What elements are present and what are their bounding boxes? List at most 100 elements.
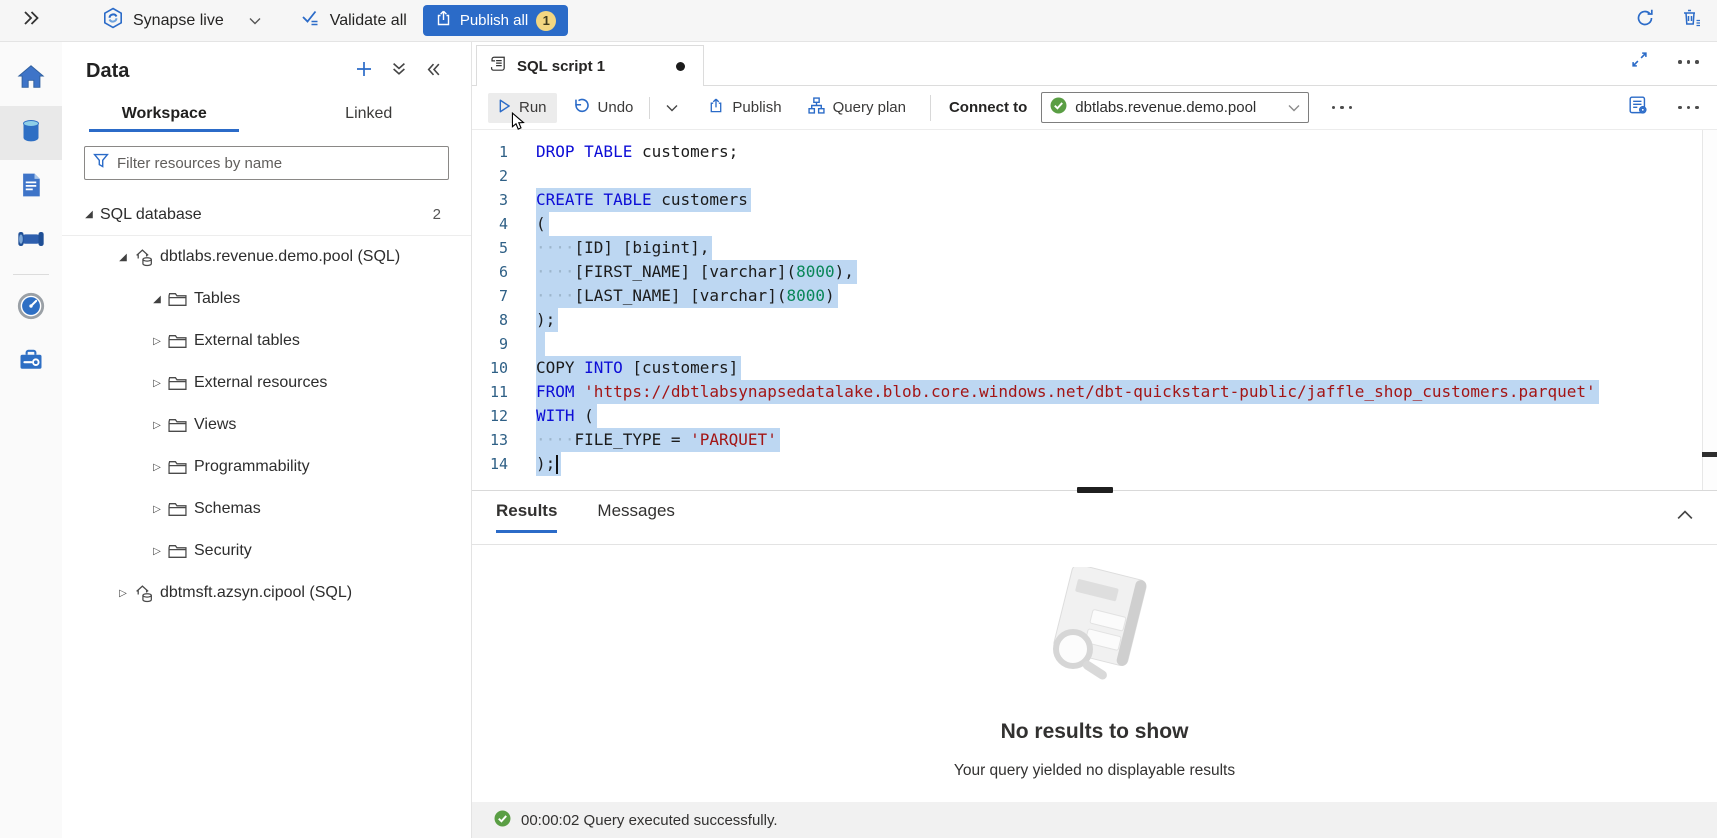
tree-item-label: Security (194, 542, 252, 560)
splitter-drag-handle[interactable] (1077, 487, 1113, 493)
publish-all-button[interactable]: Publish all 1 (423, 5, 568, 36)
collapse-all-button[interactable] (392, 62, 406, 81)
monitor-icon (16, 291, 46, 326)
tab-linked[interactable]: Linked (267, 97, 472, 132)
code-line[interactable]: 2 (472, 164, 1717, 188)
code-line[interactable]: 13 ····FILE_TYPE = 'PARQUET' (472, 428, 1717, 452)
pool-connected-check-icon (1050, 97, 1067, 118)
publish-button[interactable]: Publish (698, 93, 791, 123)
editor-scrollbar[interactable] (1702, 130, 1717, 490)
code-line[interactable]: 14 ); (472, 452, 1717, 476)
code-line[interactable]: 12 WITH ( (472, 404, 1717, 428)
code-line[interactable]: 11 FROM 'https://dbtlabsynapsedatalake.b… (472, 380, 1717, 404)
tree-item-external-resources[interactable]: ▷ External resources (62, 362, 471, 404)
line-content: DROP TABLE customers; (536, 140, 738, 164)
add-resource-button[interactable] (356, 61, 372, 82)
tab-more-actions-button[interactable] (1676, 60, 1702, 64)
pool-select-dropdown[interactable]: dbtlabs.revenue.demo.pool (1041, 92, 1309, 123)
tree-expander-icon[interactable]: ▷ (146, 420, 168, 431)
nav-develop-button[interactable] (0, 160, 62, 214)
empty-state-subtitle: Your query yielded no displayable result… (954, 762, 1235, 780)
connect-more-button[interactable] (1329, 106, 1355, 110)
tree-expander-icon[interactable]: ◢ (146, 294, 168, 305)
develop-icon (17, 170, 45, 205)
expand-editor-button[interactable] (1631, 51, 1648, 73)
publish-upload-icon (435, 10, 452, 31)
line-content: ····[ID] [bigint], (536, 236, 712, 260)
refresh-button[interactable] (1635, 8, 1655, 33)
tree-item-views[interactable]: ▷ Views (62, 404, 471, 446)
tree-item-label: Tables (194, 290, 240, 308)
code-line[interactable]: 10 COPY INTO [customers] (472, 356, 1717, 380)
tree-item-icon (168, 292, 194, 307)
tree-item-external-tables[interactable]: ▷ External tables (62, 320, 471, 362)
connect-to-label: Connect to (949, 99, 1027, 116)
undo-icon (573, 97, 590, 118)
nav-integrate-button[interactable] (0, 214, 62, 268)
query-plan-button[interactable]: Query plan (798, 92, 916, 123)
code-line[interactable]: 9 (472, 332, 1717, 356)
tree-expander-icon[interactable]: ◢ (112, 252, 134, 263)
code-line[interactable]: 1 DROP TABLE customers; (472, 140, 1717, 164)
tree-item-dbtmsft-azsyn-cipool-sql[interactable]: ▷ dbtmsft.azsyn.cipool (SQL) (62, 572, 471, 614)
line-number: 11 (472, 380, 522, 404)
publish-count-badge: 1 (536, 11, 556, 31)
tree-expander-icon[interactable]: ▷ (146, 462, 168, 473)
collapse-panel-button[interactable] (426, 63, 441, 81)
tree-item-dbtlabs-revenue-demo-pool-sql[interactable]: ◢ dbtlabs.revenue.demo.pool (SQL) (62, 236, 471, 278)
code-lines: 1 DROP TABLE customers; 2 3 CREATE TABLE… (472, 140, 1717, 476)
tree-item-security[interactable]: ▷ Security (62, 530, 471, 572)
nav-manage-button[interactable] (0, 335, 62, 389)
discard-all-button[interactable] (1681, 8, 1701, 33)
filter-input[interactable] (117, 155, 440, 172)
collapse-results-button[interactable] (1677, 507, 1693, 525)
tree-expander-icon[interactable]: ▷ (112, 588, 134, 599)
tree-item-programmability[interactable]: ▷ Programmability (62, 446, 471, 488)
no-results-illustration (1029, 567, 1161, 694)
properties-button[interactable] (1629, 96, 1648, 119)
sql-code-editor[interactable]: 1 DROP TABLE customers; 2 3 CREATE TABLE… (472, 130, 1717, 490)
code-line[interactable]: 3 CREATE TABLE customers (472, 188, 1717, 212)
code-line[interactable]: 5 ····[ID] [bigint], (472, 236, 1717, 260)
tab-workspace[interactable]: Workspace (62, 97, 267, 132)
tab-messages[interactable]: Messages (597, 501, 674, 533)
tree-expander-icon[interactable]: ▷ (146, 504, 168, 515)
run-options-dropdown-button[interactable] (656, 94, 688, 121)
run-play-icon (498, 98, 511, 118)
toolbar-divider (649, 97, 650, 119)
tree-expander-icon[interactable]: ▷ (146, 546, 168, 557)
editor-more-actions-button[interactable] (1676, 106, 1702, 110)
double-chevron-right-icon (23, 11, 39, 30)
nav-data-button[interactable] (0, 106, 62, 160)
tree-item-label: Views (194, 416, 236, 434)
tree-item-schemas[interactable]: ▷ Schemas (62, 488, 471, 530)
nav-home-button[interactable] (0, 52, 62, 106)
expand-rail-button[interactable] (0, 11, 62, 30)
line-number: 7 (472, 284, 522, 308)
code-line[interactable]: 8 ); (472, 308, 1717, 332)
filter-funnel-icon (93, 153, 109, 173)
tree-expander-icon[interactable]: ▷ (146, 378, 168, 389)
tree-expander-icon[interactable]: ▷ (146, 336, 168, 347)
nav-monitor-button[interactable] (0, 281, 62, 335)
validate-all-button[interactable]: Validate all (301, 9, 407, 32)
line-content: ····FILE_TYPE = 'PARQUET' (536, 428, 780, 452)
tab-results[interactable]: Results (496, 501, 557, 533)
unsaved-dot-icon (676, 62, 685, 71)
code-line[interactable]: 6 ····[FIRST_NAME] [varchar](8000), (472, 260, 1717, 284)
undo-button[interactable]: Undo (563, 92, 644, 123)
undo-label: Undo (598, 99, 634, 116)
mode-selector[interactable]: Synapse live (102, 7, 261, 34)
tree-expander-icon[interactable]: ◢ (78, 209, 100, 220)
data-icon (16, 116, 46, 151)
tab-sql-script-1[interactable]: SQL script 1 (476, 45, 704, 86)
code-line[interactable]: 7 ····[LAST_NAME] [varchar](8000) (472, 284, 1717, 308)
tree-item-label: dbtmsft.azsyn.cipool (SQL) (160, 584, 352, 602)
run-button[interactable]: Run (488, 93, 557, 123)
line-content: ····[LAST_NAME] [varchar](8000) (536, 284, 838, 308)
tree-item-sql-database[interactable]: ◢ SQL database 2 (62, 194, 471, 236)
tree-item-tables[interactable]: ◢ Tables (62, 278, 471, 320)
code-line[interactable]: 4 ( (472, 212, 1717, 236)
top-command-bar: Synapse live Validate all Publish all 1 (0, 0, 1717, 42)
line-number: 1 (472, 140, 522, 164)
